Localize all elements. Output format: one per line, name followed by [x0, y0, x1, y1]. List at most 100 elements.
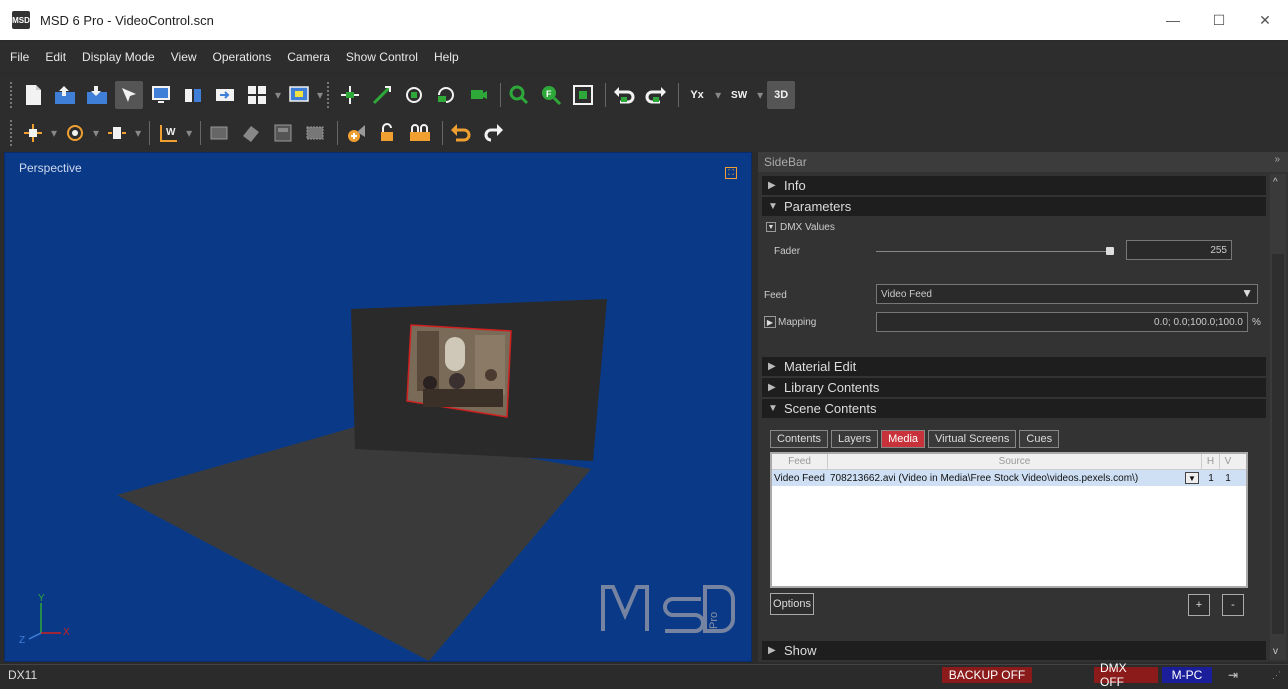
dropdown-chevron-icon[interactable]: ▾ [715, 88, 721, 102]
select-arrow-icon[interactable] [115, 81, 143, 109]
fader-slider-handle[interactable] [1106, 247, 1114, 255]
menu-camera[interactable]: Camera [285, 48, 332, 66]
dropdown-chevron-icon[interactable]: ▾ [51, 126, 57, 140]
section-library-contents[interactable]: ▶ Library Contents [762, 378, 1266, 397]
mpc-status-badge[interactable]: M-PC [1162, 667, 1212, 683]
lock-group-icon[interactable] [406, 119, 434, 147]
rotate-camera-icon[interactable] [432, 81, 460, 109]
tab-media[interactable]: Media [881, 430, 926, 448]
menu-view[interactable]: View [169, 48, 199, 66]
connection-plug-icon[interactable]: ⇥ [1222, 667, 1244, 683]
menu-help[interactable]: Help [432, 48, 461, 66]
scale-tool-icon[interactable] [103, 119, 131, 147]
table-row[interactable]: Video Feed 708213662.avi (Video in Media… [772, 470, 1246, 486]
section-show[interactable]: ▶ Show [762, 641, 1266, 660]
backup-status-badge[interactable]: BACKUP OFF [942, 667, 1032, 683]
scroll-thumb[interactable] [1272, 254, 1284, 634]
toolbar-separator [337, 121, 339, 145]
book-icon[interactable] [179, 81, 207, 109]
resize-grip-icon[interactable]: ⋰ [1266, 667, 1287, 683]
unlock-icon[interactable] [374, 119, 402, 147]
minimize-button[interactable]: — [1150, 0, 1196, 40]
mode-3d-button[interactable]: 3D [767, 81, 796, 109]
section-parameters[interactable]: ▼ Parameters [762, 197, 1266, 216]
dropdown-chevron-icon[interactable]: ▾ [93, 126, 99, 140]
perspective-viewport[interactable]: Perspective ⛶ Pro Y X Z [4, 152, 752, 662]
menu-edit[interactable]: Edit [43, 48, 68, 66]
projector-icon[interactable] [211, 81, 239, 109]
toolbar-grip[interactable] [327, 82, 330, 108]
redo-icon[interactable] [479, 119, 507, 147]
toolbar-grip[interactable] [10, 120, 13, 146]
grid-layout-icon[interactable] [243, 81, 271, 109]
surface-grid-icon[interactable] [301, 119, 329, 147]
display-icon[interactable] [285, 81, 313, 109]
collapse-sidebar-icon[interactable]: » [1274, 154, 1280, 165]
cell-v[interactable]: 1 [1220, 470, 1236, 486]
dropdown-chevron-icon[interactable]: ▾ [757, 88, 763, 102]
scroll-down-icon[interactable]: v [1273, 646, 1278, 657]
orbit-camera-icon[interactable] [400, 81, 428, 109]
column-header-source[interactable]: Source [828, 454, 1202, 469]
fader-value-field[interactable]: 255 [1126, 240, 1232, 260]
surface-flat-icon[interactable] [205, 119, 233, 147]
column-header-h[interactable]: H [1202, 454, 1220, 469]
dropdown-chevron-icon[interactable]: ▾ [275, 88, 281, 102]
add-projector-icon[interactable] [342, 119, 370, 147]
move-camera-icon[interactable] [336, 81, 364, 109]
dolly-camera-icon[interactable] [368, 81, 396, 109]
dropdown-chevron-icon[interactable]: ▾ [317, 88, 323, 102]
camera-icon[interactable] [464, 81, 492, 109]
tab-contents[interactable]: Contents [770, 430, 829, 448]
tab-virtual-screens[interactable]: Virtual Screens [928, 430, 1017, 448]
menu-display-mode[interactable]: Display Mode [80, 48, 157, 66]
options-button[interactable]: Options [770, 593, 814, 615]
save-file-icon[interactable] [83, 81, 111, 109]
zoom-icon[interactable] [505, 81, 533, 109]
world-axis-icon[interactable]: W [154, 119, 182, 147]
dropdown-chevron-icon[interactable]: ▾ [186, 126, 192, 140]
sidebar-scrollbar[interactable]: ^ v [1270, 174, 1286, 660]
menu-file[interactable]: File [8, 48, 31, 66]
expand-icon: ▶ [768, 645, 776, 656]
feed-select[interactable]: Video Feed ▼ [876, 284, 1258, 304]
dmx-status-badge[interactable]: DMX OFF [1094, 661, 1158, 689]
maximize-button[interactable]: ☐ [1196, 0, 1242, 40]
toolbar-grip[interactable] [10, 82, 13, 108]
undo-icon[interactable] [447, 119, 475, 147]
new-file-icon[interactable] [19, 81, 47, 109]
scroll-up-icon[interactable]: ^ [1273, 177, 1278, 188]
screen-icon[interactable] [147, 81, 175, 109]
menu-show-control[interactable]: Show Control [344, 48, 420, 66]
section-material-edit[interactable]: ▶ Material Edit [762, 357, 1266, 376]
axis-sw-icon[interactable]: SW [725, 81, 753, 109]
surface-box-icon[interactable] [269, 119, 297, 147]
rotate-tool-icon[interactable] [61, 119, 89, 147]
tab-layers[interactable]: Layers [831, 430, 879, 448]
frame-all-icon[interactable] [569, 81, 597, 109]
dropdown-chevron-icon[interactable]: ▾ [135, 126, 141, 140]
section-info[interactable]: ▶ Info [762, 176, 1266, 195]
tab-cues[interactable]: Cues [1019, 430, 1060, 448]
fader-slider-track[interactable] [876, 251, 1110, 252]
toolbar-separator [200, 121, 202, 145]
close-button[interactable]: ✕ [1242, 0, 1288, 40]
column-header-feed[interactable]: Feed [772, 454, 828, 469]
section-scene-contents[interactable]: ▼ Scene Contents [762, 399, 1266, 418]
open-file-icon[interactable] [51, 81, 79, 109]
source-dropdown-icon[interactable]: ▼ [1182, 470, 1202, 486]
zoom-fit-icon[interactable]: F [537, 81, 565, 109]
cell-h[interactable]: 1 [1202, 470, 1220, 486]
mapping-field[interactable]: 0.0; 0.0;100.0;100.0 [876, 312, 1248, 332]
remove-media-button[interactable]: - [1222, 594, 1244, 616]
dmx-values-toggle[interactable]: ▼ [766, 222, 776, 232]
add-media-button[interactable]: + [1188, 594, 1210, 616]
surface-tilt-icon[interactable] [237, 119, 265, 147]
mapping-expand-toggle[interactable]: ▶ [764, 316, 776, 328]
redo-camera-icon[interactable] [642, 81, 670, 109]
menu-operations[interactable]: Operations [211, 48, 274, 66]
move-tool-icon[interactable] [19, 119, 47, 147]
undo-camera-icon[interactable] [610, 81, 638, 109]
column-header-v[interactable]: V [1220, 454, 1236, 469]
axis-yx-icon[interactable]: Yx [683, 81, 711, 109]
